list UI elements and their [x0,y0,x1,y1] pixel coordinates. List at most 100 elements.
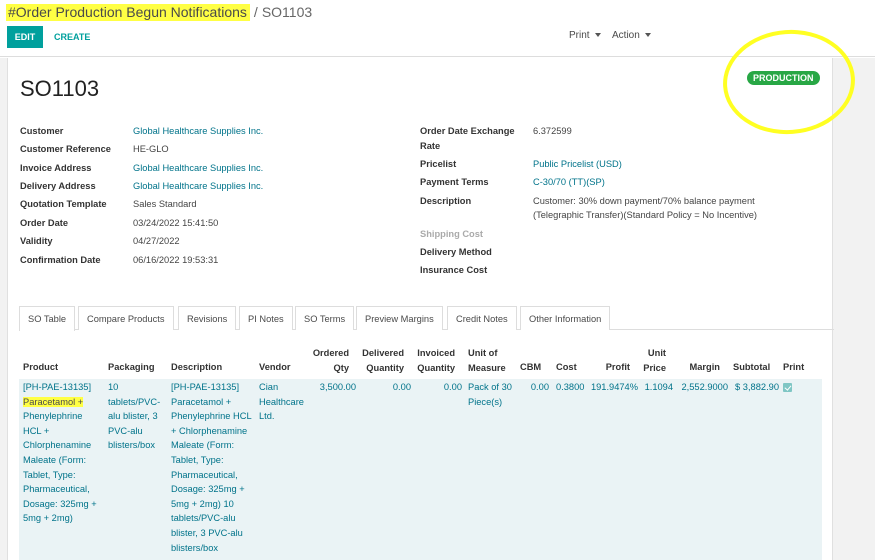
print-checkbox[interactable] [783,383,792,392]
column-header-product[interactable]: Product [23,360,58,375]
delivery-method-label: Delivery Method [420,247,492,257]
description-line: Dosage: 325mg + [171,484,245,495]
tab-pi-notes[interactable]: PI Notes [239,306,293,330]
column-header-delivered-qty-line2: Quantity [366,362,404,373]
description-line: + Chlorphenamine [171,425,248,436]
customer-reference-label: Customer Reference [20,144,111,154]
description-line: Phenylephrine HCL [171,411,252,422]
insurance-cost-label: Insurance Cost [420,265,488,275]
cell-delivered-qty: 0.00 [392,382,411,392]
payment-terms-value[interactable]: C-30/70 (TT)(SP) [533,177,605,187]
chevron-down-icon [594,33,601,38]
column-header-subtotal[interactable]: Subtotal [733,360,770,375]
tab-so-terms[interactable]: SO Terms [295,306,355,330]
column-header-unit-price[interactable]: Unit Price [638,346,666,375]
product-line: HCL + [23,425,50,436]
description-line: Maleate (Form: [171,440,235,451]
exchange-rate-label-line1: Order Date Exchange [420,126,515,136]
packaging-line: 10 [108,382,119,392]
column-header-unit-price-line1: Unit [647,348,666,358]
validity-value: 04/27/2022 [133,236,180,246]
column-header-unit-of-measure[interactable]: Unit of Measure [468,346,506,375]
create-button[interactable]: CREATE [48,26,96,48]
column-header-ordered-qty-line2: Qty [333,362,350,373]
delivery-address-value[interactable]: Global Healthcare Supplies Inc. [133,181,263,191]
product-line: Chlorphenamine [23,440,92,451]
tab-preview-margins[interactable]: Preview Margins [356,306,443,330]
description-line: tablets/PVC-alu [171,513,236,524]
column-header-delivered-qty[interactable]: Delivered Quantity [355,346,404,375]
breadcrumb-current: SO1103 [261,4,313,20]
cell-cbm: 0.00 [530,382,549,392]
invoice-address-label: Invoice Address [20,163,92,173]
breadcrumb-parent-link[interactable]: #Order Production Begun Notifications [6,4,250,21]
edit-button[interactable]: EDIT [7,26,43,48]
packaging-line: tablets/PVC- [108,396,161,407]
cell-vendor[interactable]: Cian Healthcare Ltd. [259,380,304,424]
pricelist-value[interactable]: Public Pricelist (USD) [533,159,622,169]
tab-revisions[interactable]: Revisions [178,306,237,330]
pricelist-label: Pricelist [420,159,457,169]
tab-credit-notes[interactable]: Credit Notes [447,306,517,330]
breadcrumb-separator: / [253,4,258,20]
cell-margin: 2,552.9000 [681,382,728,392]
cell-invoiced-qty: 0.00 [443,382,462,392]
vendor-line: Cian [259,382,279,392]
tab-other-information[interactable]: Other Information [520,306,611,330]
invoice-address-value[interactable]: Global Healthcare Supplies Inc. [133,163,263,173]
column-header-print[interactable]: Print [783,360,804,375]
description-line: 5mg + 2mg) 10 [171,498,234,509]
column-header-margin[interactable]: Margin [680,360,720,375]
column-header-profit[interactable]: Profit [596,360,630,375]
action-dropdown[interactable]: Action [612,30,651,41]
cell-subtotal: $ 3,882.90 [735,382,779,392]
column-header-ordered-qty[interactable]: Ordered Qty [300,346,349,375]
record-title: SO1103 [20,76,100,101]
tab-compare-products[interactable]: Compare Products [78,306,174,330]
description-line: Tablet, Type: [171,454,224,465]
cell-unit-of-measure: Pack of 30 Piece(s) [468,380,512,409]
product-line: [PH-PAE-13135] [23,382,92,392]
cell-description: [PH-PAE-13135] Paracetamol + Phenylephri… [171,380,252,555]
product-line: Dosage: 325mg + [23,498,97,509]
product-line: Phenylephrine [23,411,83,422]
action-dropdown-label: Action [612,30,640,41]
product-line: 5mg + 2mg) [23,513,73,524]
column-header-cost[interactable]: Cost [556,360,577,375]
product-line: Maleate (Form: [23,454,87,465]
exchange-rate-value: 6.372599 [533,126,572,136]
cell-product[interactable]: [PH-PAE-13135] Paracetamol + Phenylephri… [23,380,97,526]
vendor-line: Healthcare [259,396,304,407]
cell-cost: 0.3800 [556,382,585,392]
column-header-vendor[interactable]: Vendor [259,360,291,375]
column-header-unit-price-line2: Price [643,362,666,373]
customer-reference-value: HE-GLO [133,144,169,154]
validity-label: Validity [20,236,53,246]
column-header-invoiced-qty[interactable]: Invoiced Quantity [410,346,455,375]
payment-terms-label: Payment Terms [420,177,489,187]
uom-line: Piece(s) [468,396,503,407]
column-header-description[interactable]: Description [171,360,222,375]
confirmation-date-value: 06/16/2022 19:53:31 [133,255,219,265]
description-line: Paracetamol + [171,396,232,407]
tab-so-table[interactable]: SO Table [19,306,76,331]
column-header-unit-of-measure-line1: Unit of [468,348,498,358]
chevron-down-icon [644,33,651,38]
order-date-value: 03/24/2022 15:41:50 [133,218,219,228]
cell-ordered-qty: 3,500.00 [319,382,356,392]
column-header-delivered-qty-line1: Delivered [362,348,404,358]
print-dropdown[interactable]: Print [569,30,601,41]
cell-profit: 191.9474% [590,382,638,392]
print-dropdown-label: Print [569,30,590,41]
column-header-invoiced-qty-line2: Quantity [417,362,455,373]
order-date-label: Order Date [20,218,69,228]
cell-packaging: 10 tablets/PVC- alu blister, 3 PVC-alu b… [108,380,160,453]
product-line-highlighted: Paracetamol + [23,395,97,410]
vendor-line: Ltd. [259,411,275,422]
customer-value[interactable]: Global Healthcare Supplies Inc. [133,126,263,136]
column-header-packaging[interactable]: Packaging [108,360,155,375]
quotation-template-label: Quotation Template [20,199,107,209]
column-header-cbm[interactable]: CBM [520,360,541,375]
highlight-mark: Paracetamol + [23,396,84,407]
delivery-address-label: Delivery Address [20,181,96,191]
